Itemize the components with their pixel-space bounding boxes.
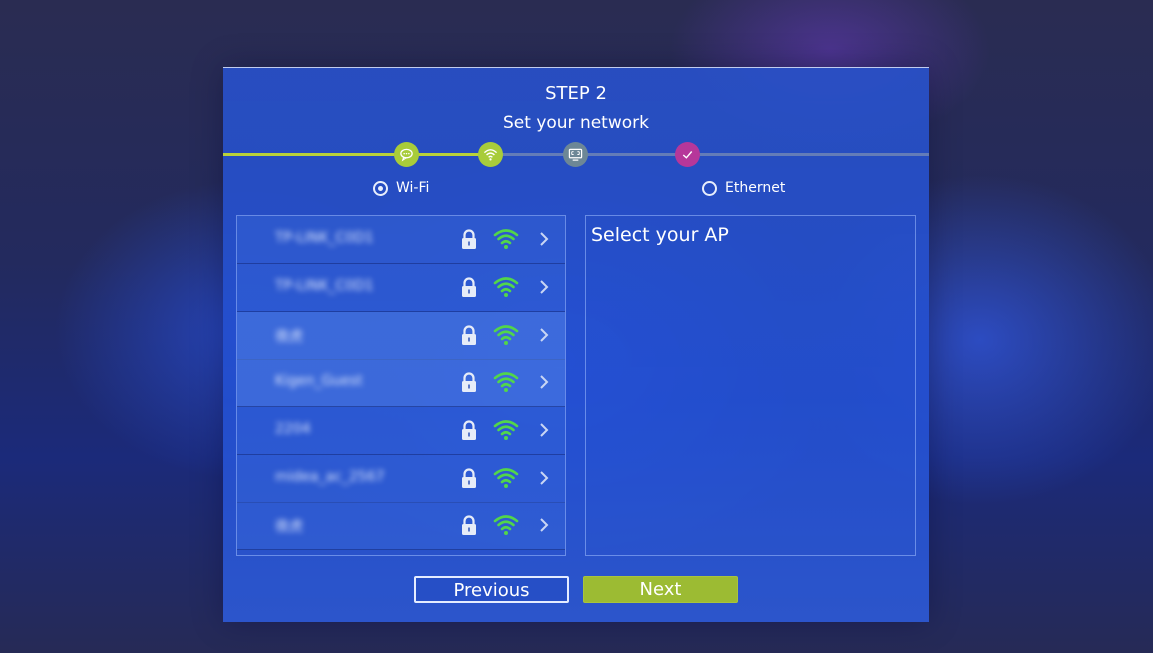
wifi-radio-option[interactable]: Wi-Fi bbox=[373, 180, 429, 196]
chevron-right-icon bbox=[540, 232, 549, 246]
wifi-signal-icon bbox=[493, 420, 519, 440]
lock-icon bbox=[462, 277, 476, 297]
ap-name: midea_ac_2567 bbox=[275, 469, 385, 485]
screen-icon bbox=[568, 148, 583, 161]
previous-button[interactable]: Previous bbox=[414, 576, 569, 603]
chevron-right-icon bbox=[540, 280, 549, 294]
chevron-right-icon bbox=[540, 375, 549, 389]
ap-detail-panel: Select your AP bbox=[585, 215, 916, 556]
ap-list-item[interactable]: 夜虎 bbox=[237, 312, 565, 360]
ap-list[interactable]: TP-LINK_C0D1 TP-LINK_C0D1 夜虎 Kigen_Guest… bbox=[236, 215, 566, 556]
wifi-signal-icon bbox=[493, 515, 519, 535]
ap-name: TP-LINK_C0D1 bbox=[275, 278, 374, 294]
lock-icon bbox=[462, 229, 476, 249]
wifi-radio-label: Wi-Fi bbox=[396, 180, 430, 196]
ap-name: TP-LINK_C0D1 bbox=[275, 230, 374, 246]
progress-step-1 bbox=[394, 142, 419, 167]
lock-icon bbox=[462, 515, 476, 535]
ap-list-item[interactable]: TP-LINK_C0D1 bbox=[237, 264, 565, 312]
wifi-signal-icon bbox=[493, 372, 519, 392]
progress-step-4 bbox=[675, 142, 700, 167]
wifi-signal-icon bbox=[493, 468, 519, 488]
ethernet-radio-label: Ethernet bbox=[725, 180, 786, 196]
ap-list-item[interactable]: Kigen_Guest bbox=[237, 359, 565, 407]
wifi-signal-icon bbox=[493, 229, 519, 249]
wifi-icon bbox=[483, 149, 498, 161]
setup-wizard-panel: STEP 2 Set your network Wi-Fi Ethernet T… bbox=[223, 67, 929, 622]
lock-icon bbox=[462, 372, 476, 392]
chevron-right-icon bbox=[540, 328, 549, 342]
lock-icon bbox=[462, 468, 476, 488]
ap-detail-title: Select your AP bbox=[591, 224, 729, 246]
ethernet-radio-option[interactable]: Ethernet bbox=[702, 180, 785, 196]
ap-name: 夜虎 bbox=[275, 329, 303, 345]
ap-name: 夜虎 bbox=[275, 519, 303, 535]
ap-name: Kigen_Guest bbox=[275, 373, 363, 389]
ap-list-item[interactable]: midea_ac_2567 bbox=[237, 455, 565, 503]
progress-track-fill bbox=[223, 153, 491, 156]
ethernet-radio[interactable] bbox=[702, 180, 717, 196]
progress-step-2 bbox=[478, 142, 503, 167]
chevron-right-icon bbox=[540, 423, 549, 437]
next-button[interactable]: Next bbox=[583, 576, 738, 603]
ap-name: 2204 bbox=[275, 421, 311, 437]
chevron-right-icon bbox=[540, 518, 549, 532]
ap-list-item[interactable]: 2204 bbox=[237, 407, 565, 455]
ap-list-item[interactable]: TP-LINK_C0D1 bbox=[237, 216, 565, 264]
step-subtitle: Set your network bbox=[503, 113, 649, 133]
chevron-right-icon bbox=[540, 471, 549, 485]
lock-icon bbox=[462, 325, 476, 345]
progress-step-3 bbox=[563, 142, 588, 167]
wifi-signal-icon bbox=[493, 277, 519, 297]
chat-bubble-icon bbox=[400, 148, 413, 162]
wifi-signal-icon bbox=[493, 325, 519, 345]
wifi-radio[interactable] bbox=[373, 180, 388, 196]
checkmark-icon bbox=[682, 151, 693, 159]
ap-list-item[interactable]: 夜虎 bbox=[237, 502, 565, 550]
step-title: STEP 2 bbox=[545, 83, 607, 104]
lock-icon bbox=[462, 420, 476, 440]
